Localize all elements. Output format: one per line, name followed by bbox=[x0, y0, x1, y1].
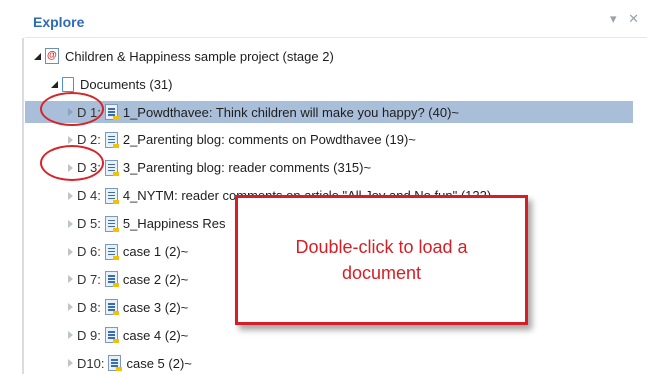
document-icon bbox=[104, 159, 119, 176]
document-id: D 8: bbox=[77, 299, 101, 315]
collapsed-caret-icon[interactable] bbox=[68, 163, 73, 172]
document-icon bbox=[104, 327, 119, 344]
document-label: 1_Powdthavee: Think children will make y… bbox=[122, 104, 459, 120]
collapsed-caret-icon[interactable] bbox=[68, 247, 73, 256]
document-row[interactable]: D 1: 1_Powdthavee: Think children will ma… bbox=[25, 101, 633, 123]
document-row[interactable]: D 9: case 4 (2)~ bbox=[68, 324, 188, 346]
document-row[interactable]: D 8: case 3 (2)~ bbox=[68, 296, 188, 318]
tree-node-project[interactable]: @ Children & Happiness sample project (s… bbox=[34, 45, 334, 67]
document-id: D 2: bbox=[77, 132, 101, 148]
collapsed-caret-icon[interactable] bbox=[68, 135, 73, 144]
document-label: case 1 (2)~ bbox=[122, 244, 189, 259]
panel-border bbox=[22, 38, 24, 374]
folder-icon bbox=[62, 76, 74, 92]
document-icon bbox=[108, 355, 123, 372]
document-id: D 3: bbox=[77, 160, 101, 176]
collapsed-caret-icon[interactable] bbox=[68, 303, 73, 312]
document-row[interactable]: D 7: case 2 (2)~ bbox=[68, 268, 188, 290]
document-id: D 6: bbox=[77, 244, 101, 259]
document-icon bbox=[104, 215, 119, 232]
document-id: D 1: bbox=[77, 104, 101, 120]
collapsed-caret-icon[interactable] bbox=[68, 191, 73, 200]
document-icon bbox=[104, 299, 119, 316]
document-row[interactable]: D 2: 2_Parenting blog: comments on Powdth… bbox=[68, 129, 416, 151]
collapsed-caret-icon[interactable] bbox=[68, 359, 73, 368]
panel-title: Explore bbox=[33, 14, 85, 30]
tree-node-documents-folder[interactable]: Documents (31) bbox=[51, 73, 172, 95]
instruction-callout: Double-click to load a document bbox=[235, 195, 528, 325]
document-label: 3_Parenting blog: reader comments (315)~ bbox=[122, 160, 372, 176]
document-id: D 9: bbox=[77, 327, 101, 343]
folder-label: Documents (31) bbox=[80, 76, 173, 92]
document-icon bbox=[104, 187, 119, 204]
project-label: Children & Happiness sample project (sta… bbox=[65, 48, 334, 64]
document-row[interactable]: D 5: 5_Happiness Res bbox=[68, 213, 225, 235]
callout-text: Double-click to load a document bbox=[295, 237, 468, 283]
expanded-caret-icon[interactable] bbox=[51, 80, 58, 88]
document-icon bbox=[104, 243, 119, 260]
document-row[interactable]: D 3: 3_Parenting blog: reader comments (3… bbox=[68, 157, 371, 179]
document-label: case 2 (2)~ bbox=[122, 271, 189, 287]
collapsed-caret-icon[interactable] bbox=[68, 331, 73, 340]
document-row[interactable]: D 6: case 1 (2)~ bbox=[68, 241, 188, 263]
expanded-caret-icon[interactable] bbox=[34, 52, 41, 60]
header-divider bbox=[25, 37, 647, 38]
document-label: case 4 (2)~ bbox=[122, 327, 189, 343]
collapsed-caret-icon[interactable] bbox=[68, 108, 73, 116]
document-row[interactable]: D10: case 5 (2)~ bbox=[68, 352, 192, 374]
document-label: 2_Parenting blog: comments on Powdthavee… bbox=[122, 132, 416, 148]
document-id: D 7: bbox=[77, 271, 101, 287]
document-label: 5_Happiness Res bbox=[122, 216, 226, 232]
document-label: case 3 (2)~ bbox=[122, 299, 189, 315]
project-icon: @ bbox=[45, 48, 59, 64]
document-label: case 5 (2)~ bbox=[126, 355, 192, 371]
document-icon bbox=[104, 104, 119, 120]
panel-controls[interactable]: ▾ ✕ bbox=[610, 11, 643, 27]
document-icon bbox=[104, 271, 119, 288]
collapsed-caret-icon[interactable] bbox=[68, 219, 73, 228]
collapsed-caret-icon[interactable] bbox=[68, 275, 73, 284]
document-id: D 5: bbox=[77, 216, 101, 232]
document-id: D10: bbox=[77, 355, 105, 371]
document-icon bbox=[104, 131, 119, 148]
document-id: D 4: bbox=[77, 188, 101, 204]
